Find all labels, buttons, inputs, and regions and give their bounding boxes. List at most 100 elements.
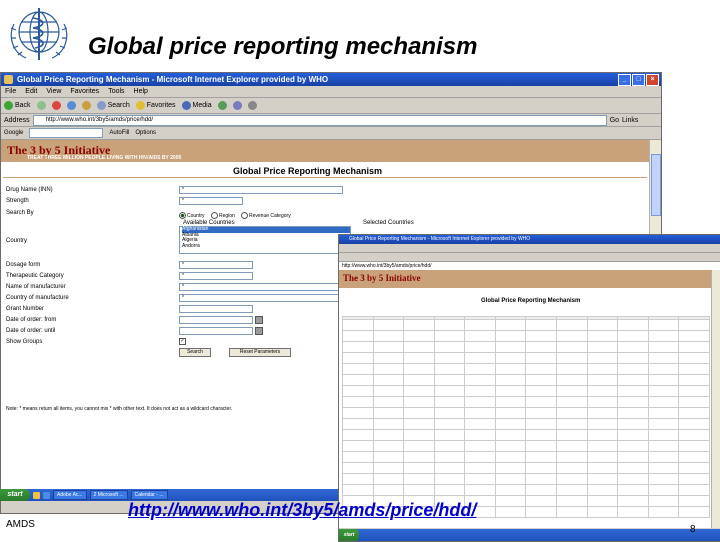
page-heading: Global Price Reporting Mechanism bbox=[233, 166, 383, 176]
dosage-form-label: Dosage form bbox=[6, 262, 41, 268]
table-row bbox=[342, 363, 710, 375]
media-button[interactable]: Media bbox=[181, 101, 212, 110]
search-icon bbox=[96, 101, 106, 110]
grant-number-label: Grant Number bbox=[6, 306, 45, 312]
therapeutic-category-label: Therapeutic Category bbox=[6, 273, 64, 279]
table-row bbox=[342, 440, 710, 452]
dosage-form-select[interactable]: * bbox=[179, 261, 253, 269]
go-button[interactable]: Go bbox=[610, 117, 619, 124]
manufacturer-label: Name of manufacturer bbox=[6, 284, 66, 290]
table-row bbox=[342, 462, 710, 474]
minimize-button[interactable]: _ bbox=[618, 74, 631, 86]
date-until-label: Date of order: until bbox=[6, 328, 56, 334]
table-row bbox=[342, 341, 710, 353]
results-content: The 3 by 5 Initiative Global Price Repor… bbox=[339, 270, 711, 528]
table-row bbox=[342, 451, 710, 463]
menu-help[interactable]: Help bbox=[134, 86, 148, 97]
country-of-manufacture-select[interactable]: * bbox=[179, 294, 343, 302]
calendar-icon[interactable] bbox=[255, 327, 263, 335]
reset-parameters-button[interactable]: Reset Parameters bbox=[229, 348, 291, 357]
footer-url-link[interactable]: http://www.who.int/3by5/amds/price/hdd/ bbox=[128, 500, 476, 521]
forward-button[interactable] bbox=[36, 101, 46, 110]
date-until-input[interactable] bbox=[179, 327, 253, 335]
table-row bbox=[342, 330, 710, 342]
table-row bbox=[342, 407, 710, 419]
strength-label: Strength bbox=[6, 198, 29, 204]
radio-region[interactable]: Region bbox=[211, 212, 235, 219]
banner-tagline: TREAT THREE MILLION PEOPLE LIVING WITH H… bbox=[27, 155, 182, 161]
address-input[interactable]: http://www.who.int/3by5/amds/price/hdd/ bbox=[32, 114, 607, 126]
refresh-button[interactable] bbox=[66, 101, 76, 110]
stop-button[interactable] bbox=[51, 101, 61, 110]
menu-bar: File Edit View Favorites Tools Help bbox=[1, 86, 661, 98]
radio-country[interactable]: Country bbox=[179, 212, 205, 219]
google-toolbar: Google AutoFill Options bbox=[1, 127, 661, 140]
menu-edit[interactable]: Edit bbox=[25, 86, 37, 97]
grant-number-input[interactable] bbox=[179, 305, 253, 313]
star-icon bbox=[135, 101, 145, 110]
strength-select[interactable]: * bbox=[179, 197, 243, 205]
window-title: Global Price Reporting Mechanism - Micro… bbox=[17, 75, 329, 84]
favorites-button[interactable]: Favorites bbox=[135, 101, 176, 110]
initiative-banner: The 3 by 5 Initiative TREAT THREE MILLIO… bbox=[1, 140, 649, 162]
footer-label: AMDS bbox=[6, 519, 35, 530]
quicklaunch-icon[interactable] bbox=[33, 491, 40, 499]
calendar-icon[interactable] bbox=[255, 316, 263, 324]
home-icon bbox=[81, 101, 91, 110]
menu-file[interactable]: File bbox=[5, 86, 16, 97]
stop-icon bbox=[51, 101, 61, 110]
toolbar bbox=[339, 253, 720, 262]
media-icon bbox=[181, 101, 191, 110]
table-row bbox=[342, 429, 710, 441]
radio-icon bbox=[211, 212, 218, 219]
page-number: 8 bbox=[690, 524, 696, 535]
home-button[interactable] bbox=[81, 101, 91, 110]
print-button[interactable] bbox=[247, 101, 257, 110]
drug-name-select[interactable]: * bbox=[179, 186, 343, 194]
back-button[interactable]: Back bbox=[4, 101, 31, 110]
print-icon bbox=[247, 101, 257, 110]
menu-tools[interactable]: Tools bbox=[108, 86, 124, 97]
window-title: Global Price Reporting Mechanism - Micro… bbox=[349, 236, 531, 242]
table-row bbox=[342, 374, 710, 386]
google-search-input[interactable] bbox=[29, 128, 104, 138]
available-countries-list[interactable]: Afghanistan Albania Algeria Andorra bbox=[179, 226, 351, 254]
table-row bbox=[342, 385, 710, 397]
ie-icon bbox=[4, 75, 13, 84]
date-from-input[interactable] bbox=[179, 316, 253, 324]
menu-view[interactable]: View bbox=[46, 86, 61, 97]
table-row bbox=[342, 473, 710, 485]
maximize-button[interactable]: □ bbox=[632, 74, 645, 86]
search-submit-button[interactable]: Search bbox=[179, 348, 211, 357]
taskbar-item[interactable]: Calendar - ... bbox=[130, 490, 168, 500]
forward-arrow-icon bbox=[36, 101, 46, 110]
taskbar-item[interactable]: 2 Microsoft ... bbox=[89, 490, 128, 500]
scrollbar-thumb[interactable] bbox=[651, 154, 661, 216]
menu-favorites[interactable]: Favorites bbox=[70, 86, 99, 97]
google-label: Google bbox=[4, 130, 24, 136]
quicklaunch-icon[interactable] bbox=[43, 491, 50, 499]
country-of-manufacture-label: Country of manufacture bbox=[6, 295, 69, 301]
start-button[interactable]: start bbox=[0, 489, 30, 501]
therapeutic-category-select[interactable]: * bbox=[179, 272, 253, 280]
search-button[interactable]: Search bbox=[96, 101, 130, 110]
autofill-link[interactable]: AutoFill bbox=[109, 130, 129, 136]
show-groups-checkbox[interactable]: ✓ bbox=[179, 338, 186, 345]
table-row bbox=[342, 396, 710, 408]
selected-countries-label: Selected Countries bbox=[363, 220, 414, 226]
vertical-scrollbar[interactable] bbox=[711, 270, 720, 528]
options-link[interactable]: Options bbox=[135, 130, 156, 136]
who-logo bbox=[10, 8, 68, 60]
back-arrow-icon bbox=[4, 101, 13, 110]
close-button[interactable]: × bbox=[646, 74, 659, 86]
manufacturer-select[interactable]: * bbox=[179, 283, 343, 291]
start-button[interactable]: start bbox=[339, 529, 359, 541]
address-bar: Address http://www.who.int/3by5/amds/pri… bbox=[1, 114, 661, 127]
history-button[interactable] bbox=[217, 101, 227, 110]
country-option[interactable]: Andorra bbox=[182, 243, 350, 250]
mail-button[interactable] bbox=[232, 101, 242, 110]
taskbar-item[interactable]: Adobe Ac... bbox=[53, 490, 87, 500]
radio-revenue-category[interactable]: Revenue Category bbox=[241, 212, 291, 219]
page-heading: Global Price Reporting Mechanism bbox=[481, 298, 581, 304]
links-label[interactable]: Links bbox=[622, 117, 638, 124]
